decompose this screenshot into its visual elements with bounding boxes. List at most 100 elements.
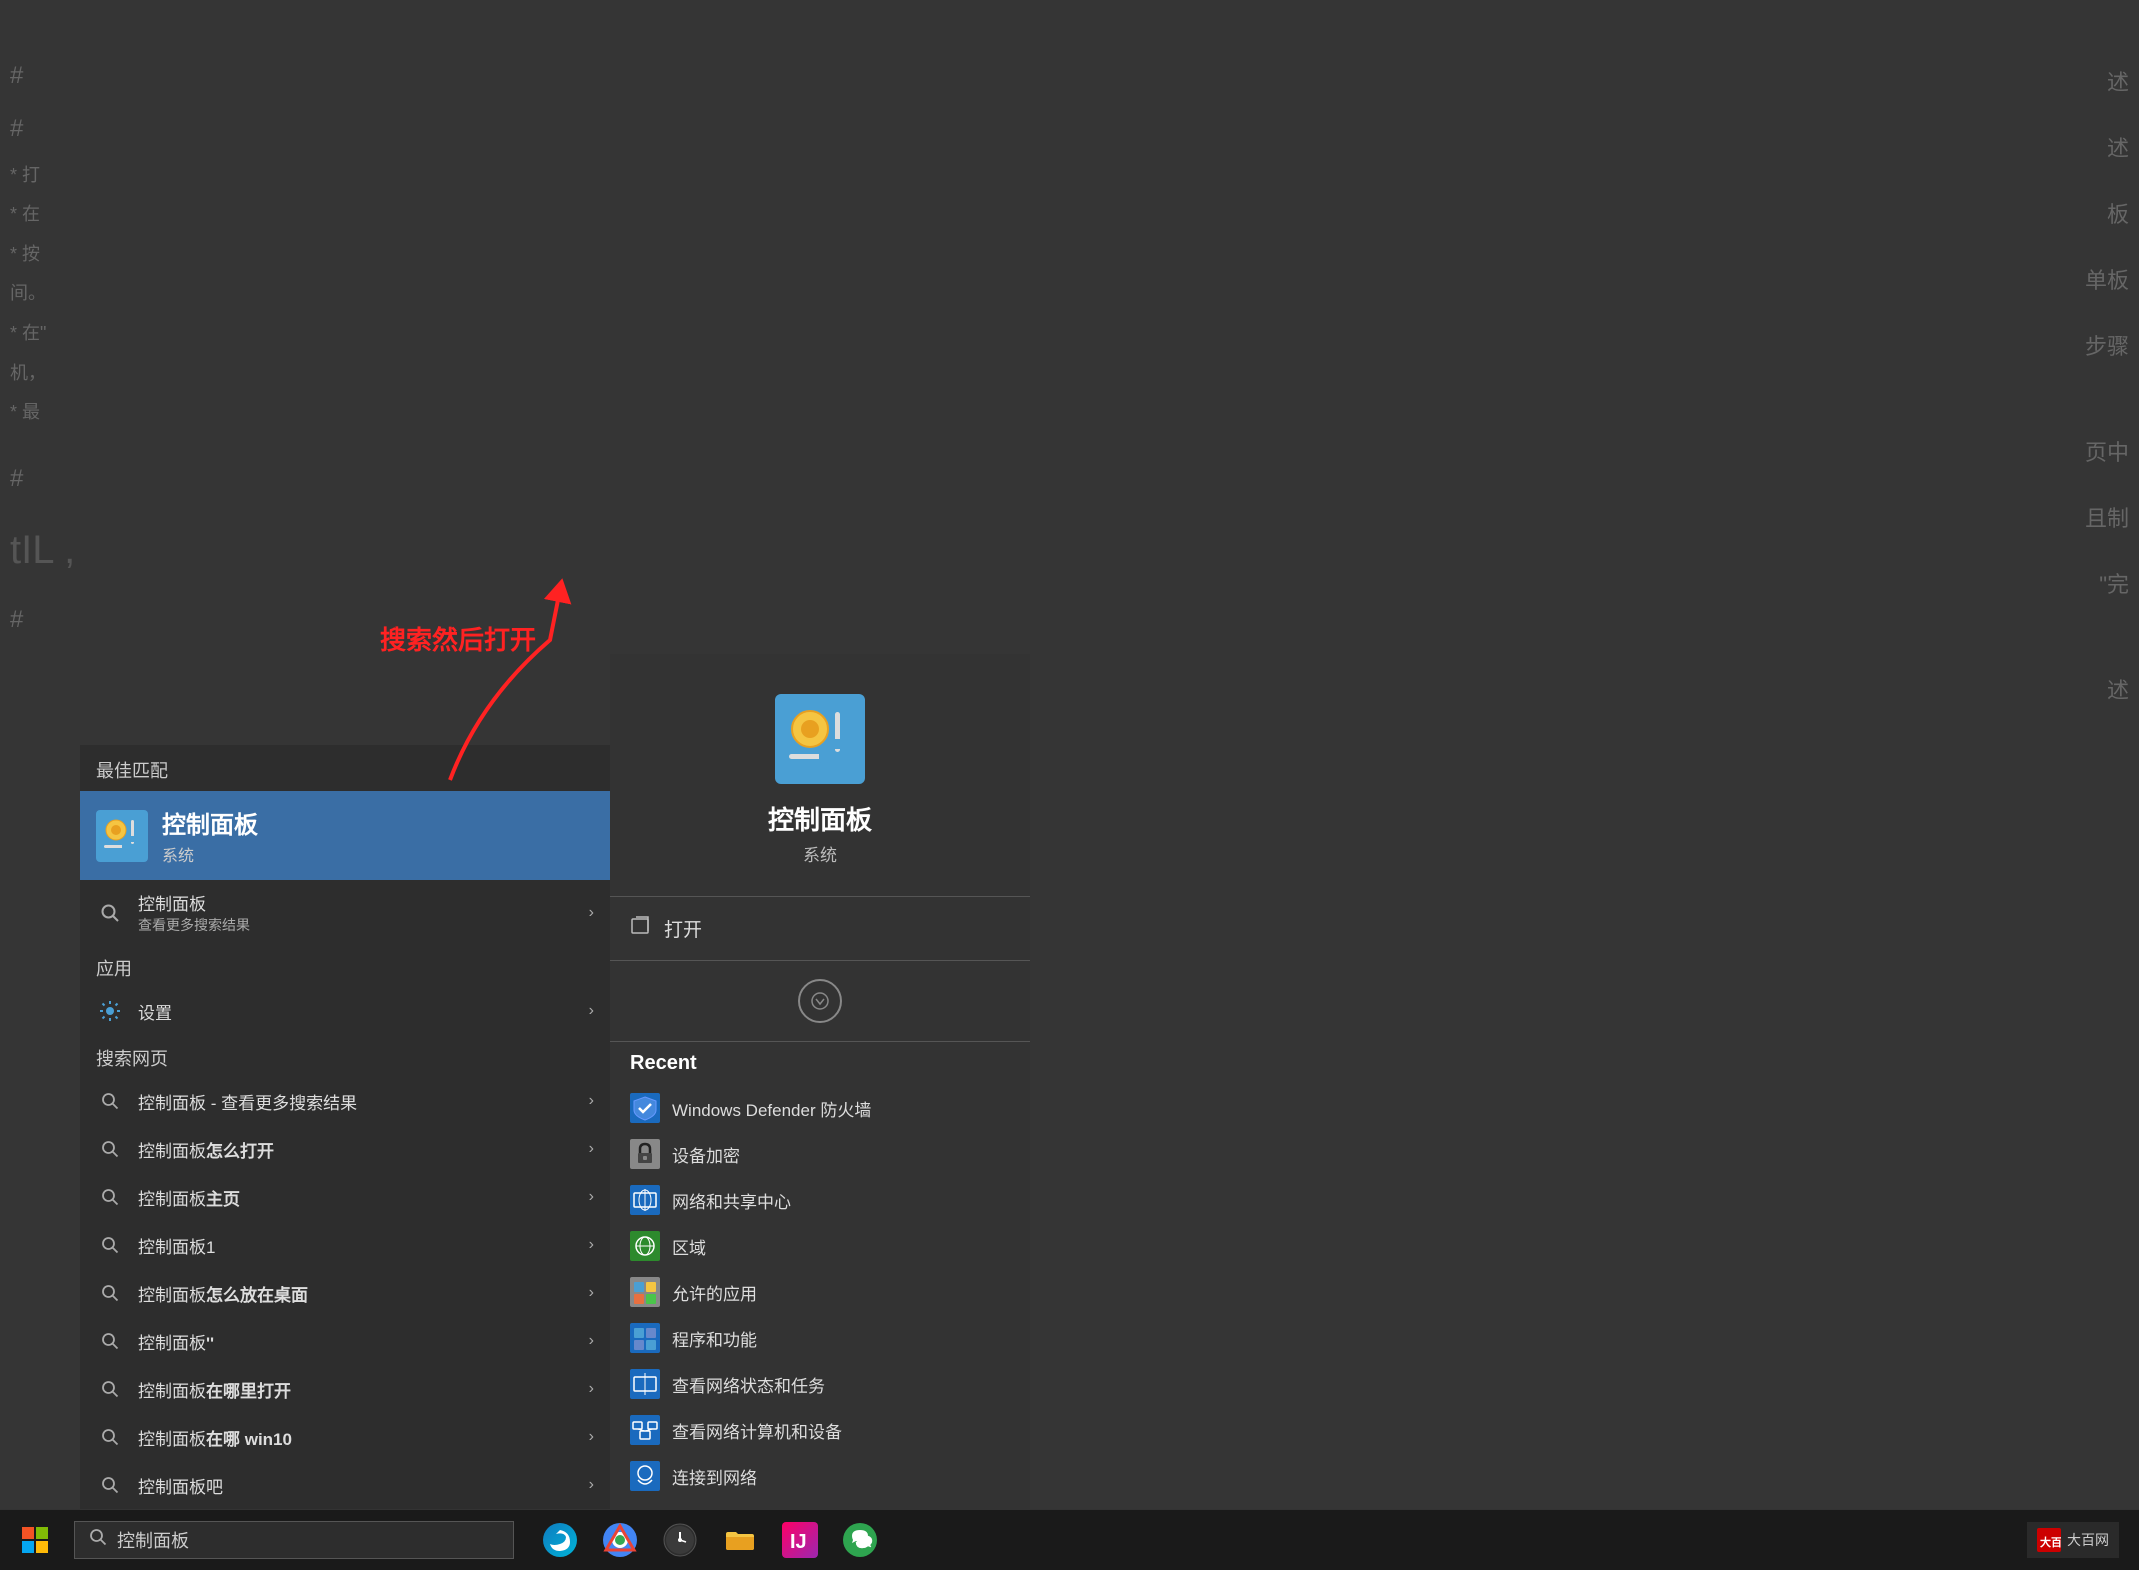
- search-icon-4: [96, 1279, 124, 1307]
- doc-text: #: [10, 453, 75, 506]
- web-arrow-5: ›: [589, 1332, 594, 1350]
- doc-text-right: 页中: [2085, 420, 2129, 486]
- recent-item-5[interactable]: 程序和功能: [630, 1315, 1010, 1361]
- recent-item-text-0: Windows Defender 防火墙: [672, 1096, 871, 1121]
- recent-item-8[interactable]: 连接到网络: [630, 1453, 1010, 1499]
- search-icon: [96, 899, 124, 927]
- open-window-icon: [630, 915, 652, 942]
- search-icon-5: [96, 1327, 124, 1355]
- expand-button[interactable]: [798, 979, 842, 1023]
- recent-item-1[interactable]: 设备加密: [630, 1131, 1010, 1177]
- web-item-8[interactable]: 控制面板吧 ›: [80, 1461, 610, 1509]
- recent-item-text-4: 允许的应用: [672, 1280, 757, 1305]
- recent-item-3[interactable]: 区域: [630, 1223, 1010, 1269]
- web-item-3[interactable]: 控制面板1 ›: [80, 1221, 610, 1269]
- settings-text: 设置: [138, 999, 589, 1024]
- apps-section-label: 应用: [80, 945, 610, 987]
- recent-item-2[interactable]: 网络和共享中心: [630, 1177, 1010, 1223]
- web-item-text-8: 控制面板吧: [138, 1473, 589, 1498]
- more-search-sub: 查看更多搜索结果: [138, 915, 589, 935]
- start-button[interactable]: [0, 1510, 70, 1570]
- network-share-icon: [630, 1185, 660, 1215]
- search-icon-6: [96, 1375, 124, 1403]
- web-arrow-6: ›: [589, 1380, 594, 1398]
- web-item-5[interactable]: 控制面板'' ›: [80, 1317, 610, 1365]
- doc-text-right: 述: [2085, 50, 2129, 116]
- network-computers-icon: [630, 1415, 660, 1445]
- intellij-app[interactable]: IJ: [774, 1514, 826, 1566]
- web-arrow-1: ›: [589, 1140, 594, 1158]
- network-status-icon: [630, 1369, 660, 1399]
- web-item-text-5: 控制面板'': [138, 1329, 589, 1354]
- taskbar-search-bar[interactable]: 控制面板: [74, 1521, 514, 1559]
- recent-item-text-5: 程序和功能: [672, 1326, 757, 1351]
- web-arrow-4: ›: [589, 1284, 594, 1302]
- best-match-item[interactable]: 控制面板 系统: [80, 791, 610, 880]
- web-item-text-1: 控制面板怎么打开: [138, 1137, 589, 1162]
- doc-text-right: 述: [2085, 116, 2129, 182]
- web-arrow-8: ›: [589, 1476, 594, 1494]
- web-section-label: 搜索网页: [80, 1035, 610, 1077]
- web-item-6[interactable]: 控制面板在哪里打开 ›: [80, 1365, 610, 1413]
- doc-text-right: 板: [2085, 182, 2129, 248]
- windows-defender-icon: [630, 1093, 660, 1123]
- chrome-app[interactable]: [594, 1514, 646, 1566]
- web-arrow-2: ›: [589, 1188, 594, 1206]
- taskbar-right: 大百 大百网: [2027, 1522, 2139, 1558]
- web-arrow-7: ›: [589, 1428, 594, 1446]
- edge-app[interactable]: [534, 1514, 586, 1566]
- clock-app[interactable]: [654, 1514, 706, 1566]
- right-panel-app-icon: [775, 694, 865, 784]
- search-icon-7: [96, 1423, 124, 1451]
- taskbar-apps: IJ: [534, 1514, 886, 1566]
- control-panel-icon: [96, 810, 148, 862]
- right-panel: 控制面板 系统 打开 Recent: [610, 654, 1030, 1509]
- open-action[interactable]: 打开: [610, 897, 1030, 961]
- web-item-4[interactable]: 控制面板怎么放在桌面 ›: [80, 1269, 610, 1317]
- taskbar-search-icon: [89, 1528, 107, 1551]
- web-item-1[interactable]: 控制面板怎么打开 ›: [80, 1125, 610, 1173]
- allowed-apps-icon: [630, 1277, 660, 1307]
- right-panel-subtitle: 系统: [803, 841, 837, 866]
- recent-item-text-7: 查看网络计算机和设备: [672, 1418, 842, 1443]
- recent-item-6[interactable]: 查看网络状态和任务: [630, 1361, 1010, 1407]
- doc-text-right: 述: [2085, 658, 2129, 724]
- best-match-label: 最佳匹配: [80, 745, 610, 791]
- recent-item-text-6: 查看网络状态和任务: [672, 1372, 825, 1397]
- search-icon-1: [96, 1135, 124, 1163]
- folder-app[interactable]: [714, 1514, 766, 1566]
- more-search-item[interactable]: 控制面板 查看更多搜索结果 ›: [80, 880, 610, 945]
- doc-text: * 按: [10, 235, 75, 275]
- svg-text:IJ: IJ: [790, 1531, 807, 1553]
- web-item-text-6: 控制面板在哪里打开: [138, 1377, 589, 1402]
- recent-item-text-3: 区域: [672, 1234, 706, 1259]
- taskbar: 控制面板: [0, 1509, 2139, 1569]
- web-item-2[interactable]: 控制面板主页 ›: [80, 1173, 610, 1221]
- recent-item-text-8: 连接到网络: [672, 1464, 757, 1489]
- doc-text: * 最: [10, 393, 75, 433]
- recent-header: Recent: [630, 1052, 1010, 1075]
- recent-item-4[interactable]: 允许的应用: [630, 1269, 1010, 1315]
- web-item-text-7: 控制面板在哪 win10: [138, 1425, 589, 1450]
- doc-text: * 在": [10, 314, 75, 354]
- doc-text: tIL ,: [10, 506, 75, 594]
- web-item-text-0: 控制面板 - 查看更多搜索结果: [138, 1089, 589, 1114]
- right-panel-title: 控制面板: [768, 800, 872, 837]
- doc-text: 间。: [10, 274, 75, 314]
- best-match-title: 控制面板: [162, 805, 258, 840]
- expand-section: [610, 961, 1030, 1042]
- corner-text: 大百网: [2067, 1530, 2109, 1550]
- web-item-7[interactable]: 控制面板在哪 win10 ›: [80, 1413, 610, 1461]
- wechat-app[interactable]: [834, 1514, 886, 1566]
- web-item-text-2: 控制面板主页: [138, 1185, 589, 1210]
- settings-item[interactable]: 设置 ›: [80, 987, 610, 1035]
- recent-item-7[interactable]: 查看网络计算机和设备: [630, 1407, 1010, 1453]
- doc-text: #: [10, 50, 75, 103]
- web-item-0[interactable]: 控制面板 - 查看更多搜索结果 ›: [80, 1077, 610, 1125]
- recent-item-text-1: 设备加密: [672, 1142, 740, 1167]
- doc-text: 机，: [10, 354, 75, 394]
- more-search-title: 控制面板: [138, 890, 589, 915]
- doc-text: #: [10, 103, 75, 156]
- recent-item-0[interactable]: Windows Defender 防火墙: [630, 1085, 1010, 1131]
- web-arrow-0: ›: [589, 1092, 594, 1110]
